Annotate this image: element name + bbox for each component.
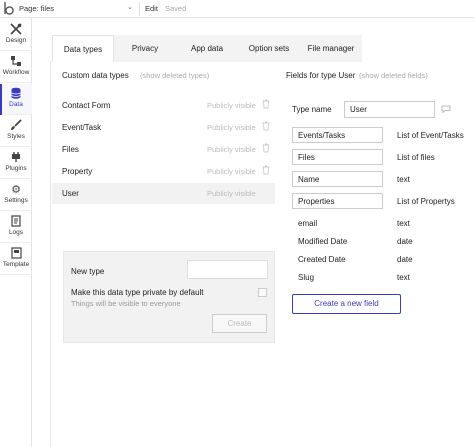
field-type-label: date xyxy=(397,255,413,264)
sidebar-item-plugins[interactable]: Plugins xyxy=(0,148,32,179)
fields-header: Fields for type User xyxy=(286,71,356,80)
divider xyxy=(139,2,140,16)
sidebar-item-label: Settings xyxy=(4,197,28,204)
sidebar: Design Workflow Data Styles Plugins ⚙ Se… xyxy=(0,18,32,447)
show-deleted-types-link[interactable]: (show deleted types) xyxy=(140,71,209,80)
field-name-input[interactable]: Name xyxy=(292,171,383,187)
field-type-label: List of Event/Tasks xyxy=(397,131,464,140)
field-type-label: List of files xyxy=(397,153,435,162)
visibility-label: Publicly visible xyxy=(207,189,256,198)
workflow-icon xyxy=(0,52,32,69)
edit-menu[interactable]: Edit xyxy=(145,4,158,13)
sidebar-item-label: Data xyxy=(9,101,23,108)
sidebar-item-logs[interactable]: Logs xyxy=(0,212,32,243)
page-selector[interactable]: Page: files xyxy=(19,4,54,13)
field-type-label: text xyxy=(397,175,410,184)
visibility-label: Publicly visible xyxy=(207,167,256,176)
sidebar-item-design[interactable]: Design xyxy=(0,20,32,51)
field-type-label: text xyxy=(397,219,410,228)
sidebar-item-template[interactable]: Template xyxy=(0,244,32,275)
visibility-label: Publicly visible xyxy=(207,123,256,132)
top-bar: Page: files ⌄ Edit Saved xyxy=(0,0,474,18)
data-type-name: Event/Task xyxy=(62,123,102,132)
data-type-row[interactable]: Event/Task Publicly visible xyxy=(52,117,275,138)
show-deleted-fields-link[interactable]: (show deleted fields) xyxy=(359,71,428,80)
trash-icon[interactable] xyxy=(262,121,270,131)
sidebar-item-label: Plugins xyxy=(5,165,27,172)
trash-icon[interactable] xyxy=(262,143,270,153)
field-type-label: text xyxy=(397,273,410,282)
data-panel: Data types Privacy App data Option sets … xyxy=(50,35,474,447)
field-type-label: List of Propertys xyxy=(397,197,455,206)
data-type-name: Contact Form xyxy=(62,101,111,110)
brush-icon xyxy=(0,116,32,133)
logs-icon xyxy=(0,212,32,229)
custom-types-header: Custom data types xyxy=(62,71,129,80)
new-type-form: New type Make this data type private by … xyxy=(63,251,275,343)
tab-data-types[interactable]: Data types xyxy=(52,35,114,62)
visibility-label: Publicly visible xyxy=(207,101,256,110)
field-type-label: date xyxy=(397,237,413,246)
new-type-input[interactable] xyxy=(187,260,268,279)
tab-file-manager[interactable]: File manager xyxy=(300,35,362,62)
data-type-row[interactable]: User Publicly visible xyxy=(52,183,275,204)
data-type-name: Files xyxy=(62,145,79,154)
gear-icon: ⚙ xyxy=(11,183,21,196)
field-name: Slug xyxy=(298,273,315,282)
sidebar-item-label: Styles xyxy=(7,133,25,140)
data-type-row[interactable]: Files Publicly visible xyxy=(52,139,275,160)
plugin-icon xyxy=(0,148,32,165)
field-name: Created Date xyxy=(298,255,346,264)
template-icon xyxy=(0,244,32,261)
tab-option-sets[interactable]: Option sets xyxy=(238,35,300,62)
create-type-button[interactable]: Create xyxy=(212,314,267,333)
trash-icon[interactable] xyxy=(262,165,270,175)
create-field-button[interactable]: Create a new field xyxy=(292,294,401,314)
sidebar-item-label: Design xyxy=(5,37,27,44)
data-type-row[interactable]: Contact Form Publicly visible xyxy=(52,95,275,116)
sidebar-item-workflow[interactable]: Workflow xyxy=(0,52,32,83)
save-status: Saved xyxy=(165,4,187,13)
tab-app-data[interactable]: App data xyxy=(176,35,238,62)
comment-icon[interactable] xyxy=(441,105,451,114)
sidebar-item-label: Workflow xyxy=(2,69,30,76)
data-type-name: User xyxy=(62,189,79,198)
private-default-checkbox[interactable] xyxy=(258,288,267,297)
trash-icon[interactable] xyxy=(262,99,270,109)
tab-privacy[interactable]: Privacy xyxy=(114,35,176,62)
design-icon xyxy=(0,20,32,37)
type-name-label: Type name xyxy=(292,105,332,114)
field-name-input[interactable]: Properties xyxy=(292,193,383,209)
chevron-down-icon[interactable]: ⌄ xyxy=(127,3,133,11)
sidebar-item-label: Template xyxy=(2,261,30,268)
database-icon xyxy=(0,84,32,101)
data-type-name: Property xyxy=(62,167,93,176)
field-name: email xyxy=(298,219,318,228)
bubble-logo-icon[interactable] xyxy=(2,1,16,16)
field-name-input[interactable]: Files xyxy=(292,149,383,165)
field-name-input[interactable]: Events/Tasks xyxy=(292,127,383,143)
sidebar-item-data[interactable]: Data xyxy=(0,84,32,115)
sidebar-item-styles[interactable]: Styles xyxy=(0,116,32,147)
sidebar-item-settings[interactable]: ⚙ Settings xyxy=(0,180,32,211)
field-name: Modified Date xyxy=(298,237,348,246)
visibility-label: Publicly visible xyxy=(207,145,256,154)
private-default-label: Make this data type private by default xyxy=(71,288,204,297)
data-type-row[interactable]: Property Publicly visible xyxy=(52,161,275,182)
private-default-hint: Things will be visible to everyone xyxy=(71,299,181,308)
type-name-input[interactable]: User xyxy=(344,101,435,118)
sidebar-item-label: Logs xyxy=(8,229,24,236)
data-types-content: Custom data types (show deleted types) C… xyxy=(50,61,474,447)
new-type-label: New type xyxy=(71,267,105,276)
